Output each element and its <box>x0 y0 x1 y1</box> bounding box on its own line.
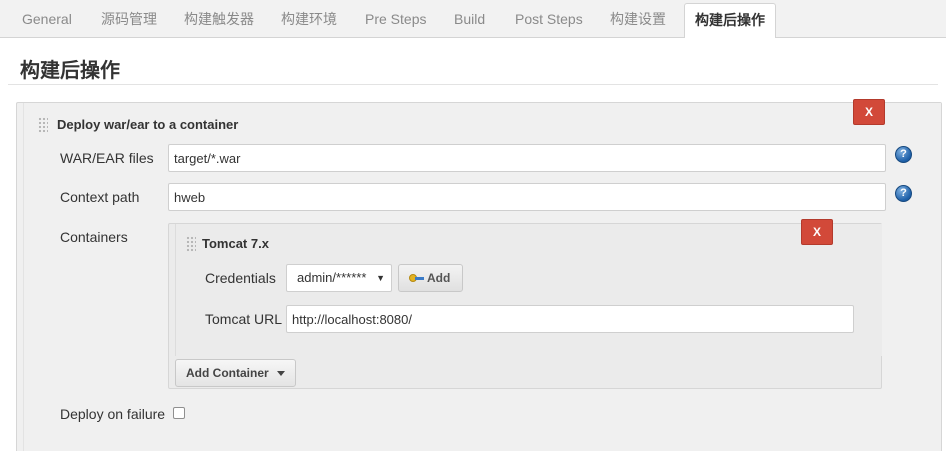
context-path-label: Context path <box>60 189 140 205</box>
add-container-label: Add Container <box>186 366 269 380</box>
tomcat-container-section: Tomcat 7.x X Credentials admin/****** ▼ … <box>175 219 882 356</box>
post-build-panel: 构建后操作 Deploy war/ear to a container X WA… <box>0 38 946 451</box>
tab-post-steps[interactable]: Post Steps <box>515 0 583 38</box>
credentials-select[interactable]: admin/****** ▼ <box>286 264 392 292</box>
deploy-on-failure-label: Deploy on failure <box>60 406 166 422</box>
add-container-button[interactable]: Add Container <box>175 359 296 387</box>
delete-deploy-button[interactable]: X <box>853 99 885 125</box>
deploy-section-body: Deploy war/ear to a container X WAR/EAR … <box>23 99 941 451</box>
drag-handle-icon[interactable] <box>186 236 196 252</box>
divider <box>8 84 938 85</box>
delete-container-button[interactable]: X <box>801 219 833 245</box>
tab-general[interactable]: General <box>22 0 72 38</box>
tab-build[interactable]: Build <box>454 0 485 38</box>
caret-down-icon <box>276 371 285 377</box>
tab-build-triggers[interactable]: 构建触发器 <box>184 0 254 38</box>
drag-handle-icon[interactable] <box>38 117 48 133</box>
credentials-label: Credentials <box>205 270 276 286</box>
containers-box: Tomcat 7.x X Credentials admin/****** ▼ … <box>168 219 882 389</box>
key-icon <box>409 274 424 282</box>
context-path-input[interactable] <box>168 183 886 211</box>
tomcat-url-input[interactable] <box>286 305 854 333</box>
tab-build-settings[interactable]: 构建设置 <box>610 0 666 38</box>
page-title: 构建后操作 <box>20 60 120 82</box>
tab-post-build-actions[interactable]: 构建后操作 <box>684 3 776 39</box>
tab-bar: General 源码管理 构建触发器 构建环境 Pre Steps Build … <box>0 0 946 39</box>
deploy-section: Deploy war/ear to a container X WAR/EAR … <box>16 99 942 451</box>
caret-down-icon: ▼ <box>376 273 385 283</box>
credentials-value: admin/****** <box>297 270 367 285</box>
tab-source-management[interactable]: 源码管理 <box>101 0 157 38</box>
tab-pre-steps[interactable]: Pre Steps <box>365 0 426 38</box>
help-icon[interactable]: ? <box>895 146 912 163</box>
container-title: Tomcat 7.x <box>202 236 269 251</box>
containers-label: Containers <box>60 229 128 245</box>
tomcat-url-label: Tomcat URL <box>205 311 283 327</box>
add-credentials-label: Add <box>427 271 451 285</box>
deploy-on-failure-checkbox[interactable] <box>173 407 185 419</box>
add-credentials-button[interactable]: Add <box>398 264 463 292</box>
tab-build-environment[interactable]: 构建环境 <box>281 0 337 38</box>
deploy-section-title: Deploy war/ear to a container <box>57 117 239 132</box>
help-icon[interactable]: ? <box>895 185 912 202</box>
war-files-label: WAR/EAR files <box>60 150 154 166</box>
war-files-input[interactable] <box>168 144 886 172</box>
